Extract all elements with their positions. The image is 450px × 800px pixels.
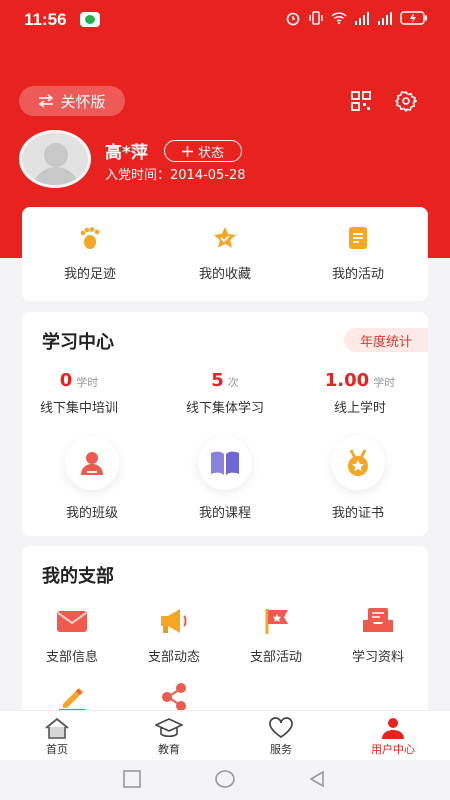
stat-value: 0	[59, 370, 73, 391]
study-link-class[interactable]: 我的班级	[37, 436, 147, 521]
status-time: 11:56	[24, 10, 67, 29]
user-icon	[382, 718, 404, 739]
quick-link-footprint[interactable]: 我的足迹	[40, 225, 140, 282]
quick-link-favorites[interactable]: 我的收藏	[175, 225, 275, 282]
settings-gear-icon[interactable]	[395, 90, 417, 112]
stat-value: 1.00	[324, 370, 370, 391]
branch-item-label: 支部信息	[45, 650, 98, 665]
branch-title: 我的支部	[42, 566, 114, 587]
add-status-label: 状态	[197, 145, 224, 161]
branch-item-label: 支部活动	[249, 650, 302, 665]
vibrate-icon	[309, 11, 323, 25]
quick-links-card: 我的足迹 我的收藏 我的活动	[22, 207, 428, 301]
stat-value: 5	[211, 370, 224, 391]
branch-item-label: 学习资料	[351, 650, 404, 665]
branch-item-label: 支部动态	[147, 650, 200, 665]
mail-icon	[57, 611, 87, 632]
quick-link-label: 我的活动	[331, 267, 384, 282]
stat-label: 线下集中培训	[39, 401, 118, 416]
status-bar: 11:56	[0, 0, 450, 40]
study-link-label: 我的课程	[198, 506, 251, 521]
stat-offline-group-study[interactable]: 5 次 线下集体学习	[160, 370, 290, 416]
footprint-icon	[80, 227, 100, 249]
plus-icon	[181, 145, 193, 157]
quick-link-activities[interactable]: 我的活动	[308, 225, 408, 282]
flag-icon	[265, 609, 288, 634]
branch-card: 我的支部 支部信息 支部动态 支部活动 学习资料	[22, 546, 428, 726]
tab-home[interactable]: 首页	[17, 717, 97, 757]
stat-label: 线上学时	[333, 401, 386, 416]
status-icons	[285, 10, 428, 26]
stat-unit: 学时	[76, 376, 99, 389]
star-icon	[214, 227, 236, 248]
annual-stats-label: 年度统计	[359, 334, 412, 350]
battery-icon	[400, 11, 427, 25]
add-status-button[interactable]: 状态	[164, 140, 242, 162]
person-icon	[81, 452, 103, 475]
stat-offline-training[interactable]: 0 学时 线下集中培训	[14, 370, 144, 416]
bottom-nav: 首页 教育 服务 用户中心	[0, 710, 450, 760]
alarm-icon	[286, 12, 300, 26]
inbox-icon	[363, 608, 393, 632]
home-circle-icon[interactable]	[215, 770, 235, 788]
swap-icon	[39, 94, 54, 108]
graduation-cap-icon	[155, 718, 183, 738]
signal-icon	[355, 12, 369, 25]
tab-education[interactable]: 教育	[129, 717, 209, 757]
signal-4g-icon	[378, 12, 392, 25]
branch-item-activities[interactable]: 支部活动	[231, 606, 321, 665]
medal-icon	[348, 449, 368, 476]
nav-label: 用户中心	[371, 743, 415, 756]
annual-stats-tag[interactable]: 年度统计	[344, 328, 428, 352]
qr-code-icon[interactable]	[350, 90, 372, 112]
user-name: 高*萍	[105, 143, 148, 163]
avatar[interactable]	[19, 130, 91, 188]
recent-apps-icon[interactable]	[123, 770, 141, 788]
wifi-icon	[331, 12, 347, 25]
pencil-icon	[59, 688, 85, 711]
home-icon	[45, 717, 69, 739]
share-icon	[162, 683, 186, 711]
document-icon	[349, 227, 367, 249]
tab-services[interactable]: 服务	[241, 717, 321, 757]
book-icon	[211, 451, 239, 475]
branch-item-info[interactable]: 支部信息	[27, 606, 117, 665]
heart-icon	[269, 717, 293, 739]
avatar-body	[32, 167, 80, 185]
quick-link-label: 我的收藏	[198, 267, 251, 282]
stat-unit: 次	[227, 376, 239, 389]
branch-item-news[interactable]: 支部动态	[129, 606, 219, 665]
study-link-label: 我的证书	[331, 506, 384, 521]
back-icon[interactable]	[308, 770, 326, 788]
nav-label: 教育	[158, 743, 180, 756]
quick-link-label: 我的足迹	[63, 267, 116, 282]
nav-label: 首页	[46, 743, 68, 756]
study-link-certificate[interactable]: 我的证书	[303, 436, 413, 521]
care-mode-label: 关怀版	[60, 92, 106, 111]
study-link-course[interactable]: 我的课程	[170, 436, 280, 521]
megaphone-icon	[161, 609, 187, 633]
nav-label: 服务	[270, 743, 292, 756]
study-link-label: 我的班级	[65, 506, 118, 521]
system-nav-bar	[0, 760, 450, 800]
avatar-head	[44, 143, 68, 167]
stat-unit: 学时	[373, 376, 396, 389]
study-center-card: 学习中心 年度统计 0 学时 线下集中培训 5 次 线下集体学习 1.00 学时…	[22, 312, 428, 536]
stat-online-hours[interactable]: 1.00 学时 线上学时	[295, 370, 425, 416]
branch-item-materials[interactable]: 学习资料	[333, 606, 423, 665]
tab-user-center[interactable]: 用户中心	[353, 717, 433, 757]
care-mode-button[interactable]: 关怀版	[19, 86, 125, 116]
wechat-notification-icon	[80, 12, 100, 27]
stat-label: 线下集体学习	[185, 401, 264, 416]
study-center-title: 学习中心	[42, 332, 114, 353]
join-date: 入党时间：2014-05-28	[105, 168, 246, 183]
